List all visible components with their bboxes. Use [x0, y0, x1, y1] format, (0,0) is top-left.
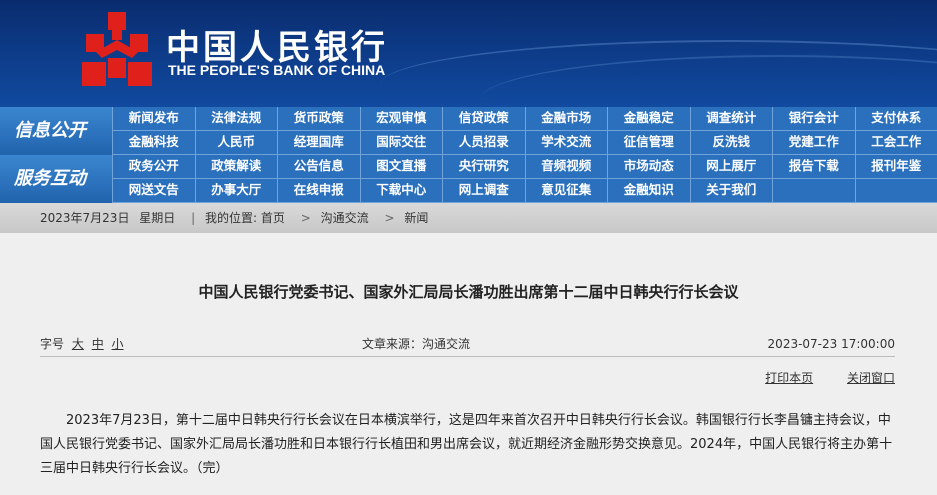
- current-weekday: 星期日: [139, 211, 176, 225]
- divider: >: [384, 211, 395, 225]
- font-size-label: 字号: [40, 337, 65, 351]
- font-small-link[interactable]: 小: [112, 337, 124, 351]
- nav-service-item[interactable]: 政策解读: [194, 155, 277, 179]
- nav-info-item[interactable]: 金融市场: [524, 107, 607, 131]
- nav-info-item[interactable]: 人员招录: [442, 131, 525, 155]
- nav-info-item[interactable]: 经理国库: [277, 131, 360, 155]
- article-meta: 字号 大 中 小 文章来源：沟通交流 2023-07-23 17:00:00: [40, 333, 895, 357]
- article-body: 2023年7月23日，第十二届中日韩央行行长会议在日本横滨举行，这是四年来首次召…: [40, 413, 893, 476]
- site-header: 中国人民银行 THE PEOPLE'S BANK OF CHINA: [0, 0, 937, 107]
- nav-service-item[interactable]: 音频视频: [524, 155, 607, 179]
- nav-section-label: 信息公开: [0, 107, 112, 155]
- nav-service-item[interactable]: 图文直播: [359, 155, 442, 179]
- nav-empty-cell: [772, 179, 855, 203]
- nav-info-item[interactable]: 人民币: [194, 131, 277, 155]
- location-label: 我的位置:: [205, 211, 258, 225]
- nav-grid-info: 新闻发布 法律法规 货币政策 宏观审慎 信贷政策 金融市场 金融稳定 调查统计 银行会计 支付体系…: [112, 107, 937, 155]
- current-date: 2023年7月23日: [40, 211, 130, 225]
- breadcrumb-level2-link[interactable]: 新闻: [404, 211, 428, 225]
- nav-info-item[interactable]: 党建工作: [772, 131, 855, 155]
- nav-info-item[interactable]: 信贷政策: [442, 107, 525, 131]
- nav-info-item[interactable]: 金融稳定: [607, 107, 690, 131]
- nav-service-item[interactable]: 央行研究: [442, 155, 525, 179]
- breadcrumb-home-link[interactable]: 首页: [261, 211, 285, 225]
- font-large-link[interactable]: 大: [72, 337, 84, 351]
- nav-service-item[interactable]: 在线申报: [277, 179, 360, 203]
- close-window-link[interactable]: 关闭窗口: [847, 371, 895, 385]
- nav-info-item[interactable]: 支付体系: [854, 107, 937, 131]
- nav-service-item[interactable]: 下载中心: [359, 179, 442, 203]
- nav-section-info: 信息公开 新闻发布 法律法规 货币政策 宏观审慎 信贷政策 金融市场 金融稳定 调查统计 银行会…: [0, 107, 937, 155]
- nav-info-item[interactable]: 法律法规: [194, 107, 277, 131]
- nav-section-label: 服务互动: [0, 155, 112, 203]
- article-tools: 打印本页 关闭窗口: [735, 369, 895, 386]
- nav-info-item[interactable]: 学术交流: [524, 131, 607, 155]
- nav-info-item[interactable]: 调查统计: [689, 107, 772, 131]
- nav-service-item[interactable]: 市场动态: [607, 155, 690, 179]
- nav-info-item[interactable]: 货币政策: [277, 107, 360, 131]
- nav-service-item[interactable]: 网送文告: [112, 179, 195, 203]
- article-source: 文章来源：沟通交流: [362, 337, 471, 351]
- nav-info-item[interactable]: 银行会计: [772, 107, 855, 131]
- main-navigation: 信息公开 新闻发布 法律法规 货币政策 宏观审慎 信贷政策 金融市场 金融稳定 调查统计 银行会…: [0, 107, 937, 203]
- nav-empty-cell: [854, 179, 937, 203]
- nav-info-item[interactable]: 征信管理: [607, 131, 690, 155]
- nav-info-item[interactable]: 国际交往: [359, 131, 442, 155]
- breadcrumb-level1-link[interactable]: 沟通交流: [321, 211, 369, 225]
- breadcrumb: 2023年7月23日 星期日 | 我的位置: 首页 > 沟通交流 > 新闻: [0, 203, 937, 233]
- nav-service-item[interactable]: 金融知识: [607, 179, 690, 203]
- logo-english-name[interactable]: THE PEOPLE'S BANK OF CHINA: [168, 62, 385, 78]
- font-size-controls: 字号 大 中 小: [40, 333, 124, 355]
- nav-service-item[interactable]: 办事大厅: [194, 179, 277, 203]
- nav-service-item[interactable]: 报告下载: [772, 155, 855, 179]
- divider: |: [191, 211, 196, 225]
- nav-info-item[interactable]: 反洗钱: [689, 131, 772, 155]
- article-content: 中国人民银行党委书记、国家外汇局局长潘功胜出席第十二届中日韩央行行长会议 字号 …: [0, 233, 937, 495]
- article-datetime: 2023-07-23 17:00:00: [767, 337, 895, 351]
- nav-info-item[interactable]: 宏观审慎: [359, 107, 442, 131]
- nav-info-item[interactable]: 工会工作: [854, 131, 937, 155]
- nav-service-item[interactable]: 网上调查: [442, 179, 525, 203]
- nav-info-item[interactable]: 新闻发布: [112, 107, 195, 131]
- article-title: 中国人民银行党委书记、国家外汇局局长潘功胜出席第十二届中日韩央行行长会议: [198, 283, 739, 301]
- nav-service-item[interactable]: 网上展厅: [689, 155, 772, 179]
- nav-service-item[interactable]: 关于我们: [689, 179, 772, 203]
- nav-service-item[interactable]: 报刊年鉴: [854, 155, 937, 179]
- font-medium-link[interactable]: 中: [92, 337, 104, 351]
- print-page-link[interactable]: 打印本页: [765, 371, 813, 385]
- nav-section-service: 服务互动 政务公开 政策解读 公告信息 图文直播 央行研究 音频视频 市场动态 网上展厅 报告下…: [0, 155, 937, 203]
- divider: >: [300, 211, 311, 225]
- nav-grid-service: 政务公开 政策解读 公告信息 图文直播 央行研究 音频视频 市场动态 网上展厅 报告下载 报刊年鉴…: [112, 155, 937, 203]
- nav-info-item[interactable]: 金融科技: [112, 131, 195, 155]
- nav-service-item[interactable]: 意见征集: [524, 179, 607, 203]
- nav-service-item[interactable]: 政务公开: [112, 155, 195, 179]
- nav-service-item[interactable]: 公告信息: [277, 155, 360, 179]
- pboc-emblem-icon[interactable]: [82, 12, 152, 86]
